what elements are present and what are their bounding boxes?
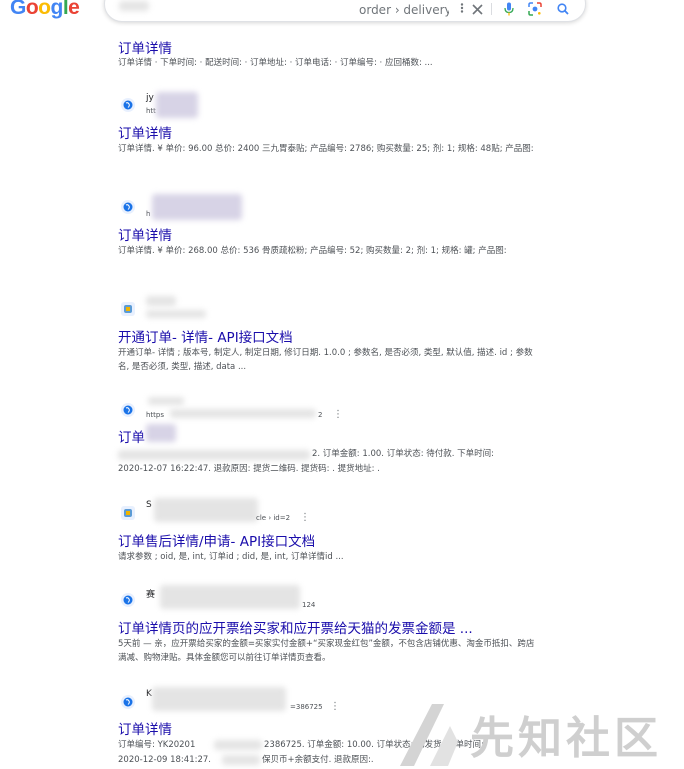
result-site-name: jy [146, 93, 154, 103]
redacted-site [152, 687, 286, 711]
redacted-site [152, 194, 242, 220]
result-snippet: 订单详情. ¥ 单价: 96.00 总价: 2400 三九胃泰贴; 产品编号: … [118, 144, 534, 154]
redacted-snippet [214, 740, 262, 750]
result-url[interactable]: htt [146, 107, 156, 115]
search-results: 订单详情 订单详情 · 下单时间: · 配送时间: · 订单地址: · 订单电话… [0, 0, 684, 769]
result-site-name: S [146, 500, 152, 510]
redacted-url [146, 310, 206, 318]
result-title[interactable]: 订单详情 [118, 224, 172, 244]
result-title[interactable]: 订单详情页的应开票给买家和应开票给天猫的发票金额是 ... [118, 617, 473, 637]
result-title[interactable]: 订单详情 [118, 37, 172, 57]
site-favicon [121, 506, 135, 520]
result-snippet: 请求参数 ; oid, 是, int, 订单id ; did, 是, int, … [118, 552, 344, 562]
redacted-site [148, 397, 184, 405]
result-url-end: 2 [318, 411, 323, 419]
watermark-logo-icon [400, 704, 458, 766]
watermark-text: 先知社区 [470, 713, 662, 764]
result-url-end: cle › id=2 [256, 514, 291, 522]
globe-icon [121, 403, 135, 417]
result-title[interactable]: 订单详情 [118, 122, 172, 142]
redacted-site [146, 296, 176, 306]
redacted-snippet [222, 755, 260, 765]
more-options-icon[interactable]: ⋮ [330, 702, 340, 712]
result-url-end: =386725 [290, 703, 323, 711]
result-url-end: 124 [302, 601, 316, 609]
globe-icon [121, 695, 135, 709]
result-snippet-line2-end: 保贝币+余额支付. 退款原因:. [262, 755, 374, 765]
redacted-site [154, 498, 258, 522]
watermark: 先知社区 [392, 694, 684, 769]
result-url[interactable]: https [146, 411, 164, 419]
redacted-snippet [118, 450, 310, 460]
result-snippet: 订单详情. ¥ 单价: 268.00 总价: 536 骨质疏松粉; 产品编号: … [118, 246, 507, 256]
result-snippet: 订单编号: YK20201 [118, 740, 196, 750]
redacted-site [160, 585, 300, 609]
result-snippet: 5天前 — 亲，应开票给买家的金额=买家实付金额+“买家现金红包”金额，不包含店… [118, 639, 535, 663]
result-snippet: 订单详情 · 下单时间: · 配送时间: · 订单地址: · 订单电话: · 订… [118, 58, 433, 68]
site-favicon [121, 302, 135, 316]
result-title[interactable]: 开通订单- 详情- API接口文档 [118, 326, 293, 346]
redacted-url [170, 409, 316, 418]
result-title[interactable]: 订单详情 [118, 718, 172, 738]
result-snippet: 2. 订单金额: 1.00. 订单状态: 待付款. 下单时间: [312, 449, 495, 459]
result-title[interactable]: 订单售后详情/申请- API接口文档 [118, 530, 315, 550]
result-site-name: 赛 [146, 590, 156, 600]
globe-icon [121, 593, 135, 607]
globe-icon [121, 98, 135, 112]
result-snippet-line2: 2020-12-09 18:41:27. [118, 755, 211, 765]
more-options-icon[interactable]: ⋮ [300, 513, 310, 523]
redacted-site [156, 92, 198, 118]
result-snippet-line2: 2020-12-07 16:22:47. 退款原因: 提货二维码. 提货码: .… [118, 464, 380, 474]
result-url[interactable]: h [146, 210, 150, 218]
result-title[interactable]: 订单 [118, 426, 145, 446]
globe-icon [121, 200, 135, 214]
redacted-title [146, 424, 176, 442]
more-options-icon[interactable]: ⋮ [333, 410, 343, 420]
result-snippet: 开通订单- 详情 ; 版本号, 制定人, 制定日期, 修订日期. 1.0.0 ;… [118, 348, 533, 372]
